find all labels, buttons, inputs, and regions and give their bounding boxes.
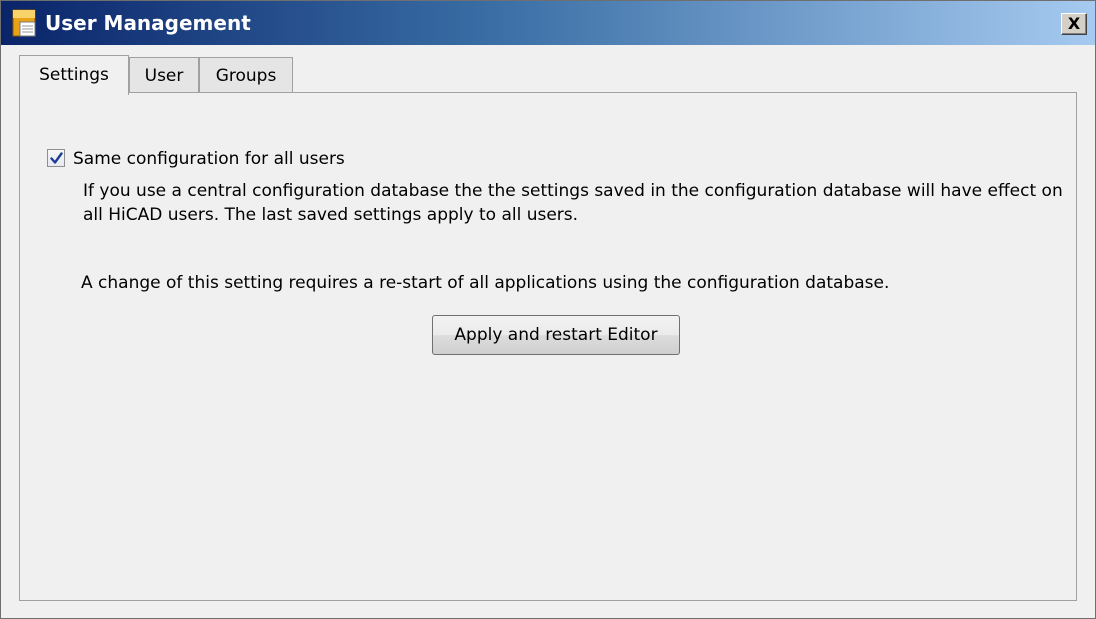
user-management-window: User Management X Settings User Groups S… bbox=[0, 0, 1096, 619]
title-bar[interactable]: User Management X bbox=[1, 1, 1095, 45]
close-button[interactable]: X bbox=[1061, 13, 1087, 35]
same-config-checkbox[interactable] bbox=[47, 149, 65, 167]
checkmark-icon bbox=[50, 152, 63, 164]
restart-note: A change of this setting requires a re-s… bbox=[81, 273, 890, 293]
tab-settings[interactable]: Settings bbox=[19, 55, 129, 95]
same-config-label: Same configuration for all users bbox=[73, 149, 345, 169]
close-icon: X bbox=[1067, 14, 1081, 33]
tab-groups[interactable]: Groups bbox=[199, 57, 293, 93]
app-icon bbox=[11, 8, 37, 38]
tab-user[interactable]: User bbox=[129, 57, 199, 93]
settings-panel: Same configuration for all users If you … bbox=[19, 92, 1077, 601]
central-config-description: If you use a central configuration datab… bbox=[83, 181, 1063, 225]
window-title: User Management bbox=[45, 11, 251, 35]
apply-restart-button[interactable]: Apply and restart Editor bbox=[432, 315, 680, 355]
